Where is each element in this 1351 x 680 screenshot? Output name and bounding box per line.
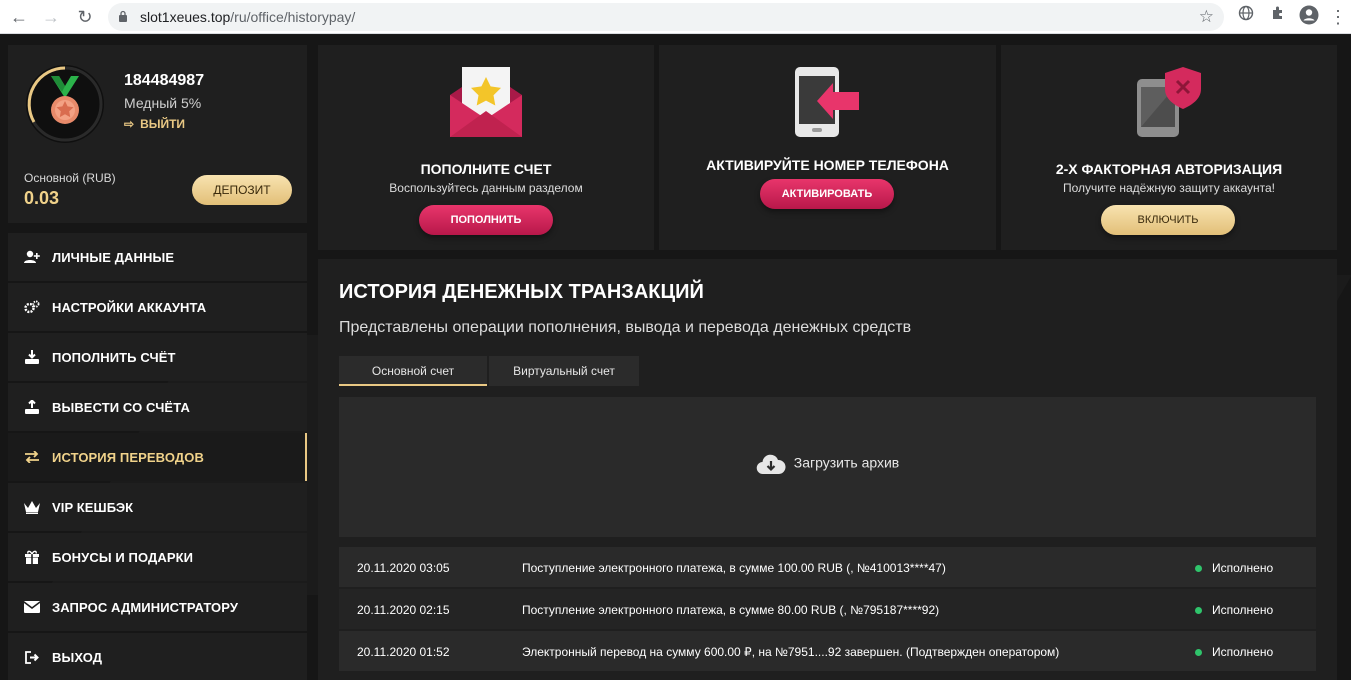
card-subtitle: Воспользуйтесь данным разделом: [389, 181, 583, 195]
sidebar-item-label: ЛИЧНЫЕ ДАННЫЕ: [52, 249, 175, 265]
row-date: 20.11.2020 02:15: [357, 603, 450, 617]
deposit-button[interactable]: ДЕПОЗИТ: [192, 175, 292, 205]
activate-phone-button[interactable]: АКТИВИРОВАТЬ: [760, 179, 894, 209]
card-title: ПОПОЛНИТЕ СЧЕТ: [420, 161, 552, 177]
transactions-list: 20.11.2020 03:05 Поступление электронног…: [339, 547, 1316, 673]
user-level: Медный 5%: [124, 95, 202, 111]
reload-icon[interactable]: ↻: [74, 6, 96, 28]
deposit-card-button[interactable]: ПОПОЛНИТЬ: [419, 205, 553, 235]
tab-main-account[interactable]: Основной счет: [339, 356, 487, 386]
sidebar-item-label: ЗАПРОС АДМИНИСТРАТОРУ: [52, 599, 239, 615]
enable-2fa-button[interactable]: ВКЛЮЧИТЬ: [1101, 205, 1235, 235]
phone-activation-card: АКТИВИРУЙТЕ НОМЕР ТЕЛЕФОНА АКТИВИРОВАТЬ: [659, 45, 996, 250]
sidebar-item-transfer-history[interactable]: ИСТОРИЯ ПЕРЕВОДОВ: [8, 433, 307, 481]
address-bar[interactable]: slot1xeues.top/ru/office/historypay/ ☆: [108, 3, 1224, 31]
sidebar-item-admin-request[interactable]: ЗАПРОС АДМИНИСТРАТОРУ: [8, 583, 307, 631]
table-row: 20.11.2020 03:05 Поступление электронног…: [339, 547, 1316, 587]
status-dot-icon: [1195, 565, 1202, 572]
user-id: 184484987: [124, 72, 205, 89]
status-dot-icon: [1195, 649, 1202, 656]
sidebar-item-bonuses[interactable]: БОНУСЫ И ПОДАРКИ: [8, 533, 307, 581]
card-subtitle: Получите надёжную защиту аккаунта!: [1062, 181, 1275, 195]
sign-out-icon: ⇨: [124, 117, 135, 131]
status-badge: Исполнено: [1212, 603, 1274, 617]
sidebar-item-withdraw[interactable]: ВЫВЕСТИ СО СЧЁТА: [8, 383, 307, 431]
upload-icon: [24, 399, 40, 415]
sidebar-item-exit[interactable]: ВЫХОД: [8, 633, 307, 680]
phone-arrow-icon: [795, 67, 859, 137]
page-subtitle: Представлены операции пополнения, вывода…: [339, 319, 912, 336]
transaction-history-panel: ИСТОРИЯ ДЕНЕЖНЫХ ТРАНЗАКЦИЙ Представлены…: [318, 259, 1337, 680]
url-text: slot1xeues.top/ru/office/historypay/: [140, 9, 356, 25]
back-arrow-icon[interactable]: ←: [8, 6, 30, 28]
lock-icon: [119, 10, 127, 22]
sidebar-item-label: ПОПОЛНИТЬ СЧЁТ: [52, 349, 176, 365]
download-icon: [24, 349, 40, 365]
crown-icon: [24, 499, 40, 515]
avatar: [26, 65, 104, 143]
sidebar-item-deposit[interactable]: ПОПОЛНИТЬ СЧЁТ: [8, 333, 307, 381]
row-date: 20.11.2020 01:52: [357, 645, 450, 659]
bookmark-star-icon[interactable]: ☆: [1199, 7, 1214, 27]
envelope-icon: [24, 599, 40, 615]
gears-icon: [24, 299, 40, 315]
status-badge: Исполнено: [1212, 561, 1274, 575]
exchange-icon: [24, 449, 40, 465]
table-row: 20.11.2020 02:15 Поступление электронног…: [339, 589, 1316, 629]
table-row: 20.11.2020 01:52 Электронный перевод на …: [339, 631, 1316, 671]
card-title: АКТИВИРУЙТЕ НОМЕР ТЕЛЕФОНА: [706, 157, 949, 173]
profile-account-icon[interactable]: [1297, 5, 1321, 29]
deposit-card: ПОПОЛНИТЕ СЧЕТ Воспользуйтесь данным раз…: [318, 45, 654, 250]
row-date: 20.11.2020 03:05: [357, 561, 450, 575]
sign-out-icon: [24, 649, 40, 665]
row-description: Поступление электронного платежа, в сумм…: [522, 561, 946, 575]
user-plus-icon: [24, 249, 40, 265]
two-factor-card: 2-Х ФАКТОРНАЯ АВТОРИЗАЦИЯ Получите надёж…: [1001, 45, 1337, 250]
balance-value: 0.03: [24, 188, 60, 208]
medal-icon: [51, 76, 79, 124]
forward-arrow-icon[interactable]: →: [40, 6, 62, 28]
sidebar-menu: ЛИЧНЫЕ ДАННЫЕ НАСТРОЙКИ АККАУНТА ПОПОЛНИ…: [8, 233, 307, 680]
row-description: Электронный перевод на сумму 600.00 ₽, н…: [522, 645, 1060, 659]
sidebar-item-label: ИСТОРИЯ ПЕРЕВОДОВ: [52, 449, 204, 465]
sidebar-item-label: ВЫХОД: [52, 649, 103, 665]
sidebar-item-vip-cashback[interactable]: VIP КЕШБЭК: [8, 483, 307, 531]
browser-toolbar: ← → ↻ slot1xeues.top/ru/office/historypa…: [0, 0, 1351, 34]
sidebar-item-label: НАСТРОЙКИ АККАУНТА: [52, 299, 207, 315]
card-title: 2-Х ФАКТОРНАЯ АВТОРИЗАЦИЯ: [1055, 161, 1283, 177]
logout-label: ВЫЙТИ: [140, 117, 186, 131]
row-description: Поступление электронного платежа, в сумм…: [522, 603, 940, 617]
sidebar-item-account-settings[interactable]: НАСТРОЙКИ АККАУНТА: [8, 283, 307, 331]
tab-virtual-account[interactable]: Виртуальный счет: [489, 356, 639, 386]
logout-link[interactable]: ⇨ ВЫЙТИ: [124, 117, 185, 131]
sidebar-item-label: БОНУСЫ И ПОДАРКИ: [52, 549, 194, 565]
status-dot-icon: [1195, 607, 1202, 614]
cloud-download-icon: [756, 454, 786, 475]
download-archive-label: Загрузить архив: [793, 454, 900, 471]
gift-icon: [24, 549, 40, 565]
globe-icon[interactable]: [1234, 5, 1258, 29]
page-content: 184484987 Медный 5% ⇨ ВЫЙТИ Основной (RUB…: [0, 35, 1351, 680]
menu-kebab-icon[interactable]: ⋮: [1326, 5, 1350, 29]
envelope-star-icon: [450, 67, 522, 137]
balance-label: Основной (RUB): [24, 171, 116, 185]
extensions-puzzle-icon[interactable]: [1266, 5, 1290, 29]
profile-panel: 184484987 Медный 5% ⇨ ВЫЙТИ Основной (RUB…: [8, 45, 307, 223]
page-title: ИСТОРИЯ ДЕНЕЖНЫХ ТРАНЗАКЦИЙ: [339, 281, 704, 303]
sidebar-item-personal-data[interactable]: ЛИЧНЫЕ ДАННЫЕ: [8, 233, 307, 281]
status-badge: Исполнено: [1212, 645, 1274, 659]
download-archive-button[interactable]: Загрузить архив: [339, 397, 1316, 537]
phone-shield-icon: [1137, 67, 1201, 137]
sidebar-item-label: ВЫВЕСТИ СО СЧЁТА: [52, 399, 190, 415]
sidebar-item-label: VIP КЕШБЭК: [52, 499, 134, 515]
